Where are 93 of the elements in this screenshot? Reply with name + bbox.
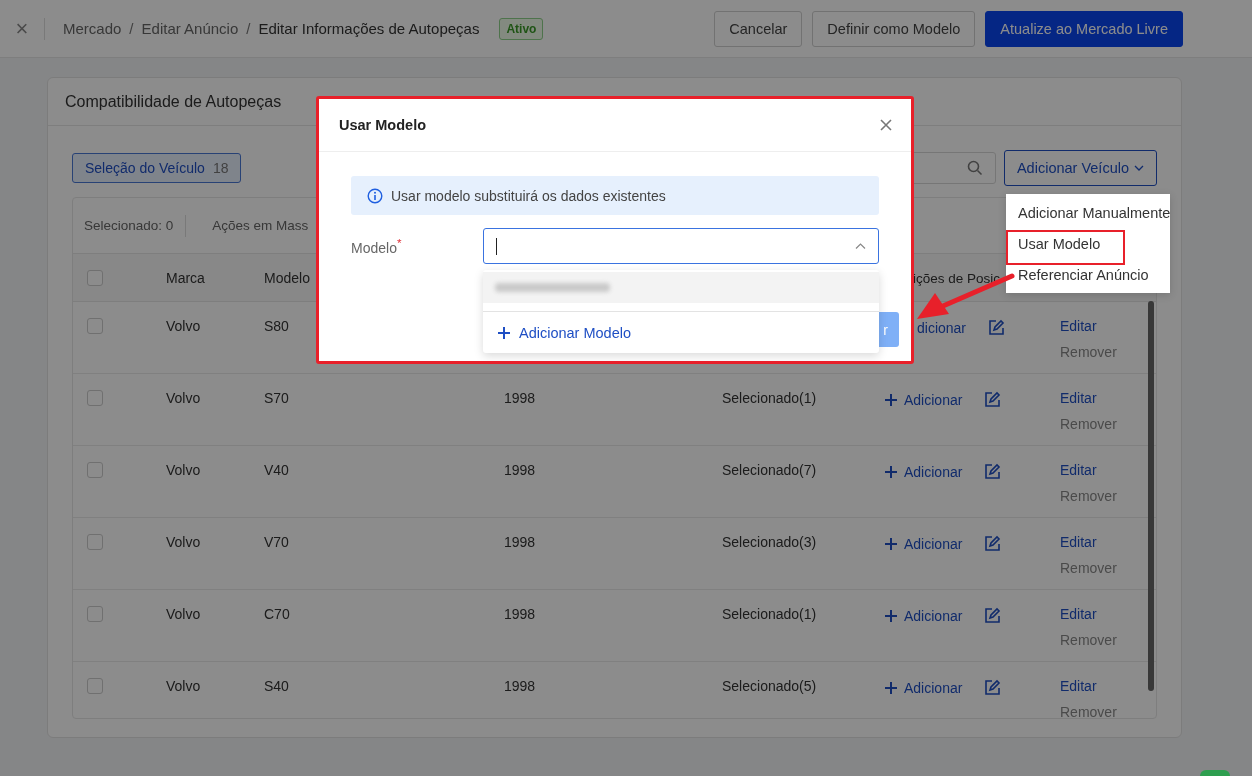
remove-link[interactable]: Remover: [1060, 560, 1117, 576]
publish-button[interactable]: Atualize ao Mercado Livre: [985, 10, 1183, 47]
breadcrumb-item: Editar Informações de Autopeças: [258, 20, 480, 37]
plus-icon: [884, 680, 898, 695]
edit-link[interactable]: Editar: [1060, 606, 1097, 622]
add-template-option[interactable]: Adicionar Modelo: [497, 325, 632, 341]
edit-link[interactable]: Editar: [1060, 678, 1097, 694]
menu-item[interactable]: Adicionar Manualmente: [1018, 204, 1171, 221]
table-cell-text: Selecionado(1): [722, 606, 818, 622]
table-cell-text: Volvo: [166, 534, 202, 550]
table-cell-text: Volvo: [166, 390, 202, 406]
card-title: Compatibilidade de Autopeças: [65, 92, 282, 111]
menu-item[interactable]: Referenciar Anúncio: [1018, 266, 1149, 283]
remove-link[interactable]: Remover: [1060, 632, 1117, 648]
edit-icon[interactable]: [988, 319, 1006, 336]
close-button[interactable]: ×: [0, 15, 44, 42]
column-header: Marca: [166, 269, 206, 286]
plus-icon: [884, 392, 898, 407]
breadcrumb-separator: /: [129, 20, 134, 37]
table-cell-text: S40: [264, 678, 290, 694]
table-cell-text: C70: [264, 606, 291, 622]
table-cell-text: 1998: [504, 390, 537, 406]
table-cell-text: Selecionado(3): [722, 534, 818, 550]
scrollbar[interactable]: [1148, 301, 1154, 691]
selected-count: Selecionado: 0: [84, 218, 174, 233]
table-cell-text: 1998: [504, 606, 537, 622]
edit-link[interactable]: Editar: [1060, 318, 1097, 334]
table-cell-text: Selecionado(1): [722, 390, 818, 406]
add-link[interactable]: Adicionar: [904, 535, 963, 552]
breadcrumb-item[interactable]: Mercado: [63, 20, 122, 37]
checkbox[interactable]: [87, 318, 103, 334]
alert-text: Usar modelo substituirá os dados existentes: [391, 187, 666, 204]
checkbox[interactable]: [87, 269, 103, 286]
table-cell-text: Selecionado(7): [722, 462, 818, 478]
add-link[interactable]: Adicionar: [904, 391, 963, 408]
help-button[interactable]: [1200, 770, 1230, 776]
table-cell-text: Volvo: [166, 606, 202, 622]
add-link[interactable]: Adicionar: [904, 679, 963, 696]
table-cell-text: V70: [264, 534, 290, 550]
table-cell-text: Volvo: [166, 678, 202, 694]
chevron-down-icon: [1134, 165, 1144, 171]
dropdown-option[interactable]: [483, 272, 879, 303]
checkbox[interactable]: [87, 462, 103, 478]
breadcrumb-separator: /: [246, 20, 251, 37]
breadcrumb-item[interactable]: Editar Anúncio: [141, 20, 239, 37]
add-link[interactable]: Adicionar: [904, 463, 963, 480]
vehicle-selection-tab[interactable]: Seleção do Veículo 18: [72, 153, 242, 183]
checkbox[interactable]: [87, 390, 103, 406]
table-cell-text: Selecionado(5): [722, 678, 818, 694]
action-button[interactable]: Definir como Modelo: [812, 10, 976, 47]
plus-icon: [884, 536, 898, 551]
add-vehicle-button[interactable]: Adicionar Veículo: [1003, 150, 1157, 186]
bulk-actions-menu[interactable]: Ações em Mass: [212, 218, 309, 233]
remove-link[interactable]: Remover: [1060, 416, 1117, 432]
edit-icon[interactable]: [984, 463, 1002, 480]
table-cell-text: S70: [264, 390, 290, 406]
edit-link[interactable]: Editar: [1060, 390, 1097, 406]
table-cell-text: 1998: [504, 534, 537, 550]
dialog-title: Usar Modelo: [339, 116, 426, 133]
template-select[interactable]: [483, 228, 879, 264]
action-button[interactable]: Cancelar: [714, 10, 803, 47]
plus-icon: [884, 608, 898, 623]
column-header: Modelo: [264, 269, 311, 286]
checkbox[interactable]: [87, 606, 103, 622]
chevron-up-icon: [855, 243, 866, 249]
table-cell-text: 1998: [504, 462, 537, 478]
remove-link[interactable]: Remover: [1060, 344, 1117, 360]
search-icon: [966, 160, 983, 176]
remove-link[interactable]: Remover: [1060, 704, 1117, 718]
info-icon: [367, 187, 383, 204]
menu-item[interactable]: Usar Modelo: [1018, 235, 1101, 252]
plus-icon: [497, 326, 511, 340]
checkbox[interactable]: [87, 534, 103, 550]
edit-icon[interactable]: [984, 535, 1002, 552]
edit-link[interactable]: Editar: [1060, 534, 1097, 550]
close-icon[interactable]: [880, 118, 892, 131]
edit-icon[interactable]: [984, 679, 1002, 696]
edit-icon[interactable]: [984, 607, 1002, 624]
add-link[interactable]: dicionar: [917, 319, 967, 336]
plus-icon: [884, 464, 898, 479]
checkbox[interactable]: [87, 678, 103, 694]
table-cell-text: Volvo: [166, 462, 202, 478]
table-cell-text: 1998: [504, 678, 537, 694]
table-cell-text: S80: [264, 318, 290, 334]
edit-link[interactable]: Editar: [1060, 462, 1097, 478]
field-label: Modelo$^{*}$: [351, 236, 403, 256]
edit-icon[interactable]: [984, 391, 1002, 408]
table-cell-text: V40: [264, 462, 290, 478]
add-link[interactable]: Adicionar: [904, 607, 963, 624]
remove-link[interactable]: Remover: [1060, 488, 1117, 504]
vehicle-count: 18: [212, 160, 229, 176]
table-cell-text: Volvo: [166, 318, 202, 334]
status-tag: Ativo: [499, 17, 544, 40]
